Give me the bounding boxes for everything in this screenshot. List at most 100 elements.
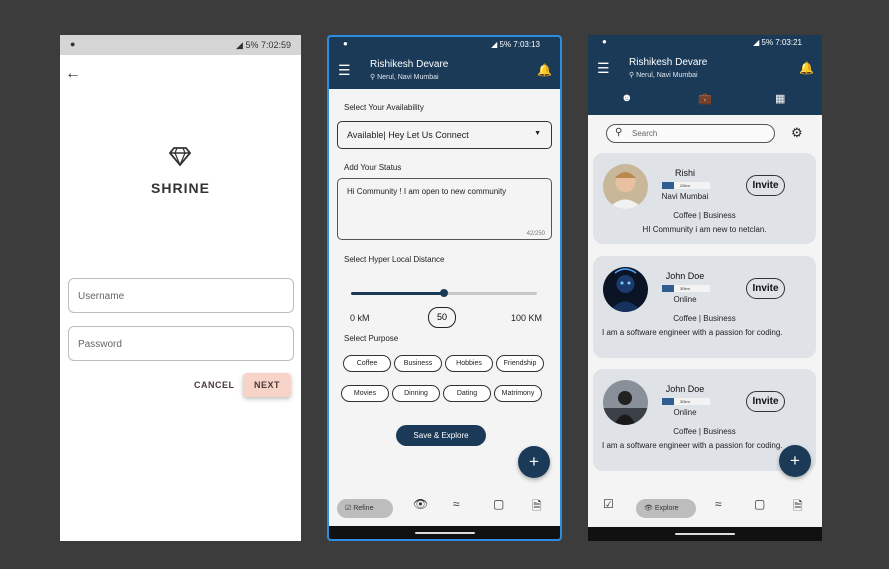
back-arrow-icon[interactable]: ← <box>65 65 81 83</box>
profile-card[interactable]: Rishi 20km Navi Mumbai Invite Coffee | B… <box>593 153 816 244</box>
nav-explore-label: Explore <box>654 505 679 512</box>
chip-dinning[interactable]: Dinning <box>392 385 440 402</box>
user-location: Nerul, Navi Mumbai <box>377 74 439 81</box>
diamond-logo-icon <box>169 147 191 167</box>
clock: 7:02:59 <box>260 40 291 50</box>
chip-business[interactable]: Business <box>394 355 442 372</box>
location-pin-icon: ⚲ <box>629 72 635 79</box>
system-nav-bar <box>588 527 822 541</box>
chip-movies[interactable]: Movies <box>341 385 389 402</box>
slider-fill <box>351 292 444 295</box>
hamburger-menu-icon[interactable]: ☰ <box>338 63 351 77</box>
distance-value: 50 <box>428 307 456 328</box>
user-name: Rishikesh Devare <box>370 59 449 70</box>
checklist-icon: ☑ <box>345 505 352 512</box>
card-subtitle: Online <box>673 295 697 304</box>
invite-button[interactable]: Invite <box>746 175 785 196</box>
nav-connections-icon[interactable]: ≈ <box>453 497 460 511</box>
chip-dating[interactable]: Dating <box>443 385 491 402</box>
cancel-button[interactable]: CANCEL <box>194 380 235 390</box>
add-fab-button[interactable]: + <box>779 445 811 477</box>
availability-dropdown[interactable]: Available| Hey Let Us Connect ▼ <box>337 121 552 149</box>
battery-text: 5% <box>499 40 512 49</box>
dropdown-arrow-icon: ▼ <box>534 130 541 137</box>
nav-contacts-icon[interactable]: 🗎 <box>793 497 803 518</box>
tab-merchant-icon[interactable]: ▦ <box>775 92 785 105</box>
app-bar: ☰ Rishikesh Devare ⚲ Nerul, Navi Mumbai … <box>588 51 822 87</box>
card-description: HI Community i am new to netclan. <box>642 225 767 234</box>
chip-coffee[interactable]: Coffee <box>343 355 391 372</box>
status-bar: ● ◢ 5% 7:03:13 <box>329 37 560 53</box>
search-placeholder: Search <box>632 129 658 138</box>
notification-bell-icon[interactable]: 🔔 <box>537 63 552 77</box>
nav-connections-icon[interactable]: ≈ <box>715 497 722 511</box>
signal-icon: ◢ <box>491 40 498 49</box>
distance-text: 30km <box>680 399 690 404</box>
status-bar: ● ◢ 5% 7:03:21 <box>588 35 822 51</box>
eye-icon: 👁 <box>644 505 653 512</box>
nav-refine-checklist-icon[interactable]: ☑ <box>603 497 614 511</box>
location-pin-icon: ⚲ <box>370 74 376 81</box>
status-label: Add Your Status <box>344 163 402 172</box>
card-subtitle: Online <box>673 408 697 417</box>
chip-matrimony[interactable]: Matrimony <box>494 385 542 402</box>
distance-label: Select Hyper Local Distance <box>344 255 445 264</box>
notification-icon: ● <box>602 37 607 46</box>
distance-text: 30km <box>680 286 690 291</box>
home-handle[interactable] <box>675 533 735 535</box>
card-category: Coffee | Business <box>673 211 736 220</box>
card-name: John Doe <box>665 271 705 281</box>
nav-chat-icon[interactable]: ▢ <box>493 497 504 511</box>
battery-text: 5% <box>245 40 259 50</box>
nav-explore-eye-icon[interactable]: 👁 <box>413 497 428 511</box>
availability-value: Available| Hey Let Us Connect <box>347 130 469 140</box>
invite-button[interactable]: Invite <box>746 391 785 412</box>
profile-card[interactable]: John Doe 30km Online Invite Coffee | Bus… <box>593 256 816 358</box>
chip-friendship[interactable]: Friendship <box>496 355 544 372</box>
nav-contacts-icon[interactable]: 🗎 <box>532 497 542 518</box>
refine-screen: ● ◢ 5% 7:03:13 ☰ Rishikesh Devare ⚲ Neru… <box>327 35 562 541</box>
status-text: Hi Community ! I am open to new communit… <box>347 187 507 196</box>
nav-explore[interactable]: 👁 Explore <box>636 499 696 518</box>
nav-chat-icon[interactable]: ▢ <box>754 497 765 511</box>
tab-business-icon[interactable]: 💼 <box>698 92 712 105</box>
notification-bell-icon[interactable]: 🔔 <box>799 61 814 75</box>
distance-text: 20km <box>680 183 690 188</box>
availability-label: Select Your Availability <box>344 103 424 112</box>
card-name: Rishi <box>674 168 695 178</box>
password-field[interactable]: Password <box>68 326 294 361</box>
invite-button[interactable]: Invite <box>746 278 785 299</box>
card-category: Coffee | Business <box>673 427 736 436</box>
tab-bar: ☻ 💼 ▦ <box>588 87 822 115</box>
save-explore-button[interactable]: Save & Explore <box>396 425 486 446</box>
next-button[interactable]: NEXT <box>243 373 291 397</box>
add-fab-button[interactable]: + <box>518 446 550 478</box>
tab-personal-icon[interactable]: ☻ <box>621 92 633 104</box>
app-bar: ☰ Rishikesh Devare ⚲ Nerul, Navi Mumbai … <box>329 53 560 89</box>
distance-bar: 30km <box>662 398 710 405</box>
card-name: John Doe <box>665 384 705 394</box>
distance-max: 100 KM <box>511 313 543 323</box>
status-textarea[interactable]: Hi Community ! I am open to new communit… <box>337 178 552 240</box>
nav-refine[interactable]: ☑ Refine <box>337 499 393 518</box>
notification-icon: ● <box>70 39 76 49</box>
notification-icon: ● <box>343 39 348 48</box>
username-field[interactable]: Username <box>68 278 294 313</box>
system-nav-bar <box>329 526 560 539</box>
bottom-nav: ☑ Refine 👁 ≈ ▢ 🗎 <box>329 489 560 526</box>
distance-bar: 20km <box>662 182 710 189</box>
battery-text: 5% <box>761 38 774 47</box>
explore-screen: ● ◢ 5% 7:03:21 ☰ Rishikesh Devare ⚲ Neru… <box>588 35 822 541</box>
user-name: Rishikesh Devare <box>629 57 708 68</box>
slider-thumb[interactable] <box>440 289 448 297</box>
clock: 7:03:21 <box>775 38 802 47</box>
chip-hobbies[interactable]: Hobbies <box>445 355 493 372</box>
gear-icon[interactable]: ⚙ <box>791 125 803 141</box>
distance-min: 0 kM <box>350 313 370 323</box>
distance-slider[interactable] <box>351 289 537 297</box>
home-handle[interactable] <box>414 532 475 534</box>
search-input[interactable]: ⚲ Search <box>606 124 775 143</box>
hamburger-menu-icon[interactable]: ☰ <box>597 61 610 75</box>
card-subtitle: Navi Mumbai <box>661 192 709 201</box>
brand-title: SHRINE <box>151 180 210 196</box>
